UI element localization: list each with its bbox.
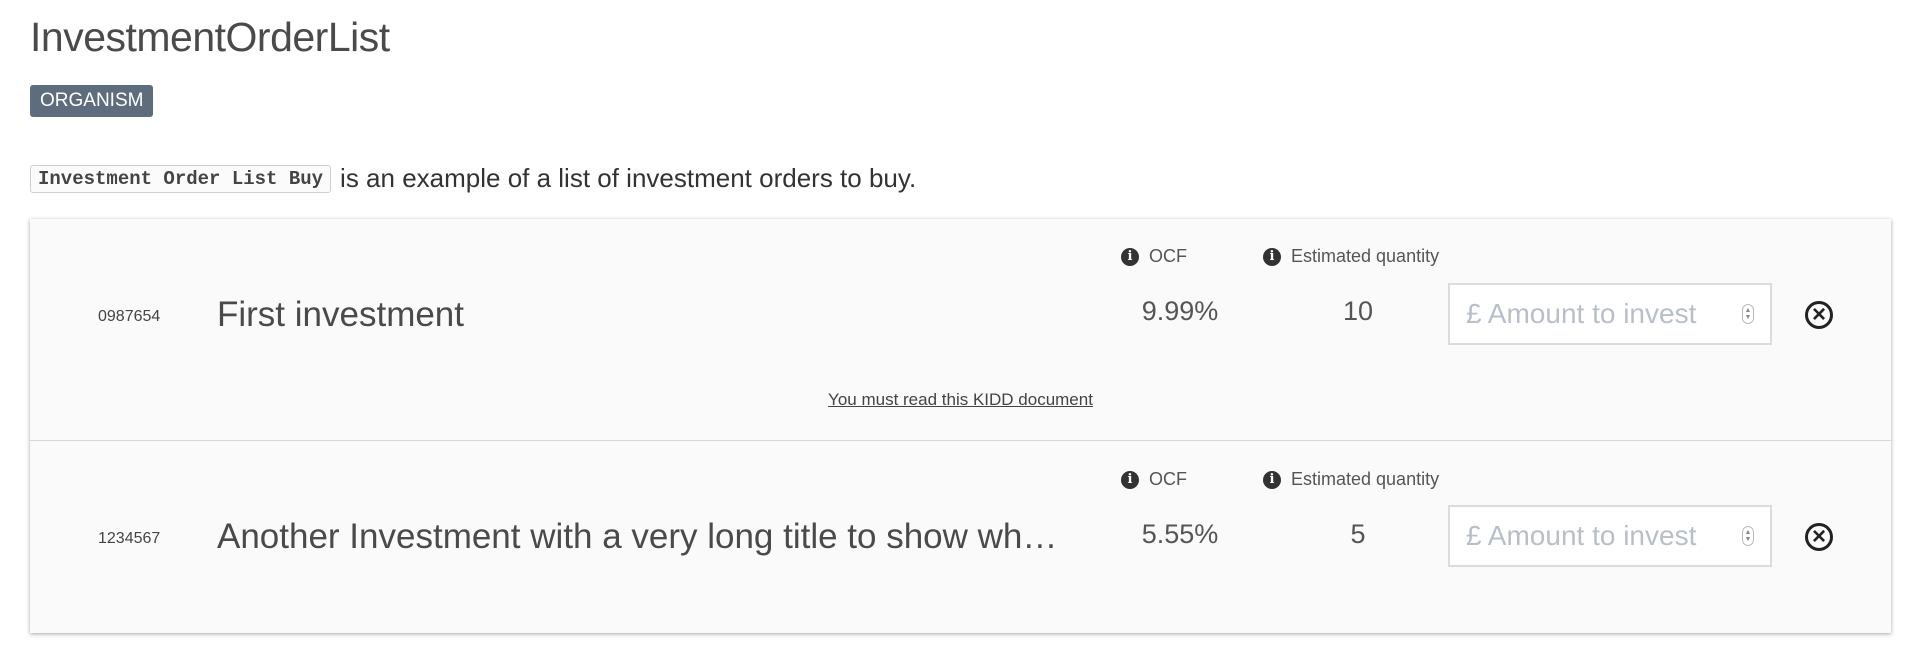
amount-to-invest-input[interactable] (1450, 507, 1736, 565)
amount-input-wrapper: ▲▼ (1448, 283, 1772, 345)
info-icon[interactable]: i (1121, 247, 1139, 266)
estimated-quantity-label: i Estimated quantity (1263, 469, 1439, 490)
ocf-label-text: OCF (1149, 469, 1187, 489)
order-code: 1234567 (98, 530, 161, 547)
estimated-quantity-value: 5 (1350, 519, 1366, 549)
info-icon[interactable]: i (1263, 247, 1281, 266)
estimated-quantity-label-text: Estimated quantity (1291, 469, 1440, 489)
investment-order-list: 0987654 First investment i OCF 9.99% i E… (30, 219, 1891, 633)
estimated-quantity-label-text: Estimated quantity (1291, 246, 1440, 266)
kidd-document-notice: You must read this KIDD document (30, 390, 1891, 410)
order-row: 1234567 Another Investment with a very l… (30, 441, 1891, 633)
number-spinner-icon[interactable]: ▲ ▼ (1742, 526, 1754, 546)
order-name: Another Investment with a very long titl… (217, 517, 1067, 556)
close-circle-icon[interactable]: × (1805, 523, 1833, 551)
ocf-value: 5.55% (1141, 519, 1219, 549)
amount-input-wrapper: ▲▼ (1448, 505, 1772, 567)
ocf-value: 9.99% (1141, 296, 1219, 326)
info-icon[interactable]: i (1121, 470, 1139, 489)
component-name-code: Investment Order List Buy (30, 164, 332, 193)
order-code: 0987654 (98, 308, 161, 325)
kidd-document-link[interactable]: You must read this KIDD document (828, 390, 1093, 409)
intro-text: Investment Order List Buy is an example … (30, 163, 916, 194)
order-row: 0987654 First investment i OCF 9.99% i E… (30, 219, 1891, 441)
close-circle-icon[interactable]: × (1805, 301, 1833, 329)
organism-badge: ORGANISM (30, 85, 154, 117)
ocf-label-text: OCF (1149, 246, 1187, 266)
amount-to-invest-input[interactable] (1450, 285, 1736, 343)
estimated-quantity-value: 10 (1342, 296, 1374, 326)
ocf-label: i OCF (1121, 469, 1187, 490)
ocf-label: i OCF (1121, 246, 1187, 267)
intro-description: is an example of a list of investment or… (340, 163, 917, 193)
info-icon[interactable]: i (1263, 470, 1281, 489)
estimated-quantity-label: i Estimated quantity (1263, 246, 1439, 267)
number-spinner-icon[interactable]: ▲ ▼ (1742, 304, 1754, 324)
page-title: InvestmentOrderList (30, 14, 390, 60)
order-name: First investment (217, 295, 464, 334)
